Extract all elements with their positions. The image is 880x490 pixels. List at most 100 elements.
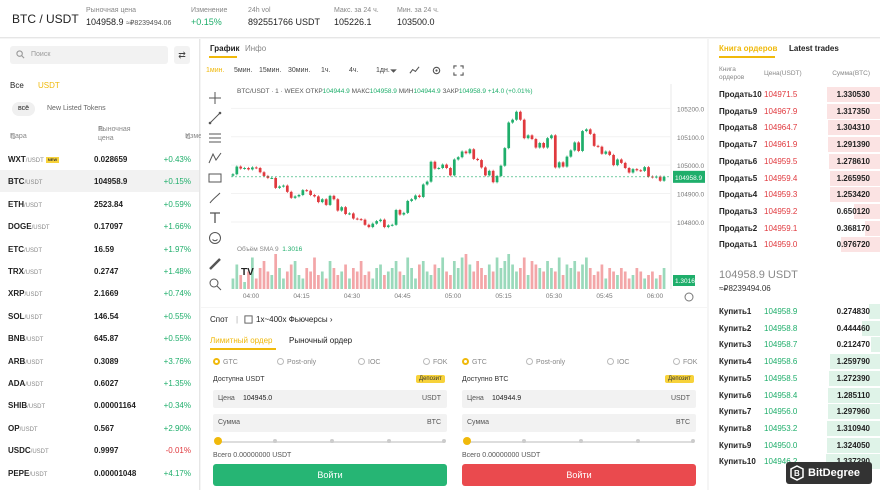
market-price: 0.00001164 [94, 401, 136, 411]
ask-row[interactable]: Продать8 104964.7 1.304310 [709, 119, 880, 136]
market-row[interactable]: BNB/USDT 645.87 +0.55% [0, 327, 199, 349]
tif-ioc-buy[interactable]: IOC [358, 358, 380, 366]
bid-row[interactable]: Купить6 104958.4 1.285110 [709, 387, 880, 404]
pair-title[interactable]: BTC / USDT [12, 12, 79, 26]
order-amount: 1.253420 [836, 190, 870, 200]
market-row[interactable]: PEPE/USDT 0.00001048 +4.17% [0, 462, 199, 484]
buy-amount-input[interactable]: Сумма BTC [213, 414, 447, 432]
header-price[interactable]: Рыночная цена ⇅ [98, 125, 138, 142]
ask-row[interactable]: Продать4 104959.3 1.253420 [709, 186, 880, 203]
sell-slider-handle[interactable] [463, 437, 471, 445]
tab-orderbook[interactable]: Книга ордеров [719, 44, 777, 53]
candle [585, 129, 588, 132]
reset-icon[interactable] [684, 292, 694, 302]
tab-all[interactable]: Все [10, 81, 24, 90]
candle [313, 194, 316, 197]
bid-row[interactable]: Купить2 104958.8 0.444460 [709, 320, 880, 337]
buy-button[interactable]: Войти [213, 464, 447, 486]
order-price: 104958.5 [764, 373, 798, 383]
tif-fok-sell[interactable]: FOK [673, 358, 697, 366]
candle [425, 181, 429, 185]
market-row[interactable]: XRP/USDT 2.1669 +0.74% [0, 282, 199, 304]
order-level: Купить2 [719, 323, 752, 333]
market-row[interactable]: ADA/USDT 0.6027 +1.35% [0, 372, 199, 394]
market-row[interactable]: SHIB/USDT 0.00001164 +0.34% [0, 394, 199, 416]
market-base: SHIB [8, 401, 28, 411]
slider-dot[interactable] [522, 439, 526, 443]
tif-fok-buy[interactable]: FOK [423, 358, 447, 366]
tab-limit-order[interactable]: Лимитный ордер [210, 336, 273, 345]
ask-row[interactable]: Продать2 104959.1 0.368170 [709, 220, 880, 237]
market-row[interactable]: DOGE/USDT 0.17097 +1.66% [0, 215, 199, 237]
market-quote: /USDT [25, 158, 44, 164]
slider-dot[interactable] [330, 439, 334, 443]
header-change[interactable]: Изменение ⇅ [185, 133, 221, 141]
tif-post-only-buy[interactable]: Post-only [277, 358, 316, 366]
tif-gtc-sell[interactable]: GTC [462, 358, 487, 366]
market-row[interactable]: BTC/USDT 104958.9 +0.15% [0, 170, 199, 193]
market-row[interactable]: SOL/USDT 146.54 +0.55% [0, 305, 199, 327]
ask-row[interactable]: Продать3 104959.2 0.650120 [709, 203, 880, 220]
bid-row[interactable]: Купить1 104958.9 0.274830 [709, 303, 880, 320]
market-row[interactable]: ARB/USDT 0.3089 +3.76% [0, 350, 199, 372]
subtab-new-listed[interactable]: New Listed Tokens [41, 102, 112, 116]
tab-latest-trades[interactable]: Latest trades [789, 44, 839, 53]
bid-row[interactable]: Купить7 104956.0 1.297960 [709, 403, 880, 420]
sell-price-input[interactable]: Цена 104944.9 USDT [462, 390, 696, 408]
bid-row[interactable]: Купить8 104953.2 1.310940 [709, 420, 880, 437]
order-amount: 1.330530 [836, 90, 870, 99]
search-input[interactable]: Поиск [10, 46, 168, 64]
swap-icon[interactable]: ⇄ [174, 46, 190, 64]
market-row[interactable]: TRX/USDT 0.2747 +1.48% [0, 260, 199, 282]
market-symbol: DOGE/USDT [8, 222, 50, 231]
order-price: 104967.9 [764, 106, 798, 116]
volume-bar [274, 254, 278, 289]
candlestick-chart[interactable]: 105200.0 105100.0 105000.0 104900.0 104800.0… [201, 39, 707, 307]
market-row[interactable]: OP/USDT 0.567 +2.90% [0, 417, 199, 439]
volume-bar [254, 278, 258, 289]
tif-post-only-sell[interactable]: Post-only [526, 358, 565, 366]
market-row[interactable]: WXT/USDT NEW 0.028659 +0.43% [0, 148, 199, 170]
ask-row[interactable]: Продать7 104961.9 1.291390 [709, 136, 880, 153]
slider-dot[interactable] [442, 439, 446, 443]
sell-amount-input[interactable]: Сумма BTC [462, 414, 696, 432]
ask-row[interactable]: Продать6 104959.5 1.278610 [709, 153, 880, 170]
subtab-all[interactable]: всё [12, 102, 36, 116]
buy-slider-handle[interactable] [214, 437, 222, 445]
ask-row[interactable]: Продать1 104959.0 0.976720 [709, 236, 880, 253]
market-row[interactable]: ETC/USDT 16.59 +1.97% [0, 238, 199, 260]
order-amount: 1.285110 [837, 390, 870, 400]
buy-price-input[interactable]: Цена 104945.0 USDT [213, 390, 447, 408]
tab-usdt[interactable]: USDT [38, 81, 60, 90]
market-row[interactable]: ETH/USDT 2523.84 +0.59% [0, 193, 199, 215]
candle [623, 162, 627, 168]
slider-dot[interactable] [636, 439, 640, 443]
sell-button[interactable]: Войти [462, 464, 696, 486]
sell-deposit-button[interactable]: Депозит [665, 375, 694, 383]
market-base: DOGE [8, 222, 32, 232]
tif-gtc-buy[interactable]: GTC [213, 358, 238, 366]
spot-label[interactable]: Спот [210, 315, 228, 324]
order-price: 104958.8 [764, 323, 798, 333]
slider-dot[interactable] [387, 439, 391, 443]
ask-row[interactable]: Продать5 104959.4 1.265950 [709, 170, 880, 187]
bid-row[interactable]: Купить9 104950.0 1.324050 [709, 437, 880, 454]
order-level: Продать6 [719, 156, 758, 166]
ask-row[interactable]: Продать9 104967.9 1.317350 [709, 103, 880, 120]
market-base: ADA [8, 379, 26, 388]
buy-deposit-button[interactable]: Депозит [416, 375, 445, 383]
header-pair[interactable]: Пара ⇅ [10, 133, 27, 141]
bid-row[interactable]: Купить5 104958.5 1.272390 [709, 370, 880, 387]
bid-row[interactable]: Купить3 104958.7 0.212470 [709, 336, 880, 353]
slider-dot[interactable] [579, 439, 583, 443]
futures-link[interactable]: 1x~400x Фьючерсы › [256, 315, 332, 324]
volume-bar [585, 257, 588, 289]
candle [270, 177, 274, 179]
tab-market-order[interactable]: Рыночный ордер [289, 336, 352, 345]
bid-row[interactable]: Купить4 104958.6 1.259790 [709, 353, 880, 370]
slider-dot[interactable] [691, 439, 695, 443]
market-row[interactable]: USDC/USDT 0.9997 -0.01% [0, 439, 199, 461]
tif-ioc-sell[interactable]: IOC [607, 358, 629, 366]
slider-dot[interactable] [273, 439, 277, 443]
ask-row[interactable]: Продать10 104971.5 1.330530 [709, 86, 880, 103]
